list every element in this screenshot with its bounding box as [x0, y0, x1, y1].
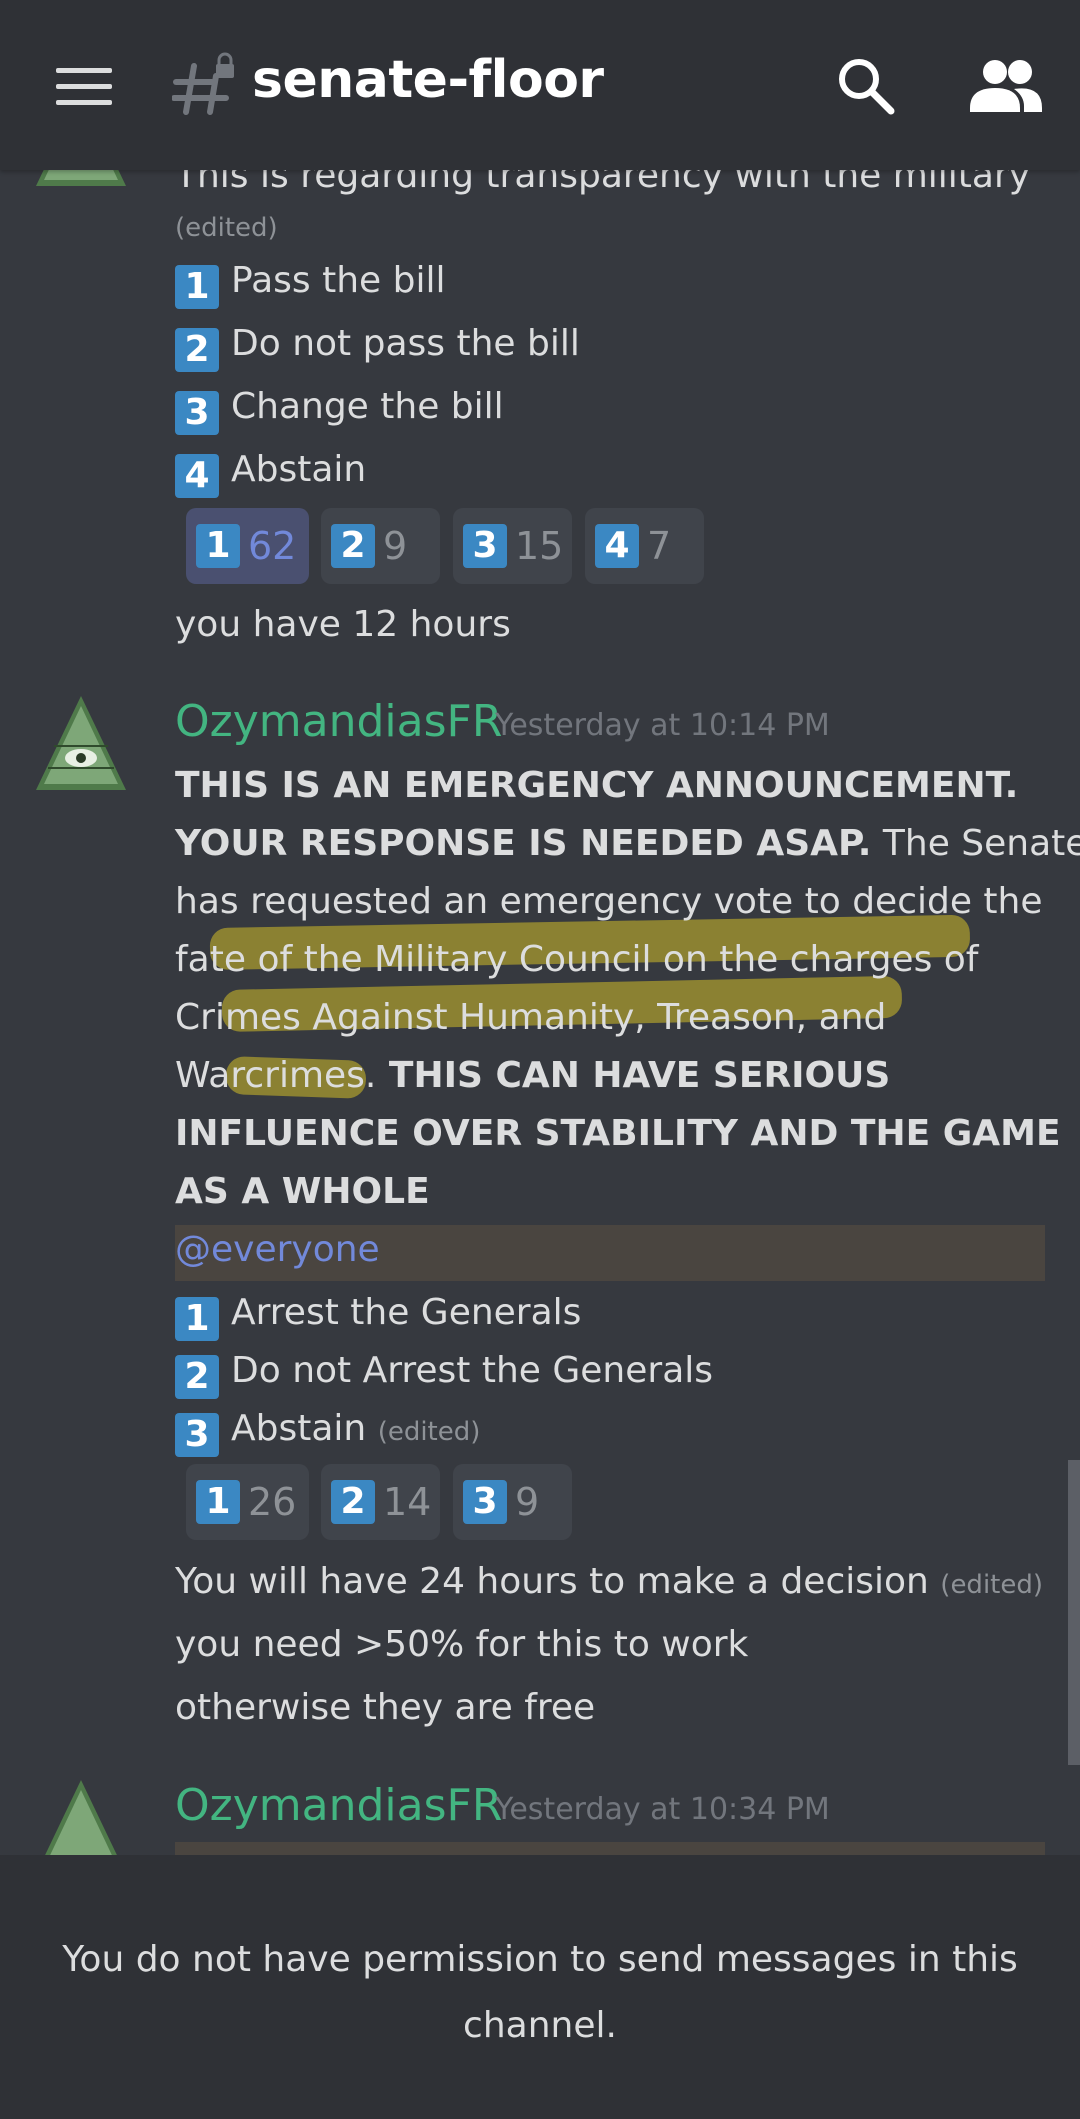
username[interactable]: OzymandiasFR [175, 696, 502, 747]
keycap-2-icon: 2 [331, 524, 375, 568]
permission-notice: You do not have permission to send messa… [62, 1939, 1018, 2046]
keycap-2-icon: 2 [175, 1355, 219, 1399]
message-text: you have 12 hours [175, 604, 511, 645]
poll-option: 3 Abstain (edited) [175, 1408, 480, 1457]
reaction-4[interactable]: 47 [585, 508, 704, 584]
reaction-2[interactable]: 2 14 [321, 1464, 440, 1540]
keycap-2-icon: 2 [175, 328, 219, 372]
reaction-3[interactable]: 3 15 [453, 508, 572, 584]
username[interactable]: OzymandiasFR [175, 1780, 502, 1831]
keycap-4-icon: 4 [175, 454, 219, 498]
message-text: THIS IS AN EMERGENCY ANNOUNCEMENT. [175, 765, 1019, 806]
message-text: INFLUENCE OVER STABILITY AND THE GAME [175, 1113, 1061, 1154]
edited-label: (edited) [175, 213, 278, 243]
channel-name: senate-floor [252, 50, 604, 110]
poll-option: 2 Do not Arrest the Generals [175, 1350, 713, 1399]
poll-option: 3 Change the bill [175, 386, 504, 435]
message-text: You will have 24 hours to make a decisio… [175, 1561, 1044, 1602]
everyone-mention[interactable]: @everyone [175, 1229, 380, 1270]
keycap-3-icon: 3 [463, 524, 507, 568]
avatar[interactable] [34, 696, 128, 792]
hamburger-icon[interactable] [56, 68, 112, 106]
composer-disabled-notice: You do not have permission to send messa… [0, 1855, 1080, 2119]
reaction-1[interactable]: 1 26 [186, 1464, 309, 1540]
poll-option: 4 Abstain [175, 449, 366, 498]
search-icon[interactable] [836, 56, 896, 116]
keycap-2-icon: 2 [331, 1480, 375, 1524]
edited-label: (edited) [940, 1570, 1044, 1600]
channel-header: senate-floor [0, 0, 1080, 170]
poll-option: 1 Arrest the Generals [175, 1292, 581, 1341]
message-text: Crimes Against Humanity, Treason, and [175, 997, 887, 1038]
keycap-1-icon: 1 [175, 265, 219, 309]
edited-label: (edited) [377, 1417, 481, 1447]
message-text: AS A WHOLE [175, 1171, 430, 1212]
keycap-3-icon: 3 [175, 391, 219, 435]
keycap-1-icon: 1 [175, 1297, 219, 1341]
message-feed[interactable]: This is regarding transparency with the … [0, 0, 1080, 1855]
keycap-3-icon: 3 [175, 1413, 219, 1457]
timestamp: Yesterday at 10:14 PM [495, 708, 830, 743]
locked-channel-hash-icon [172, 52, 234, 115]
message-text: Warcrimes. THIS CAN HAVE SERIOUS [175, 1055, 891, 1096]
keycap-4-icon: 4 [595, 524, 639, 568]
poll-option: 1 Pass the bill [175, 260, 446, 309]
scrollbar[interactable] [1068, 1460, 1080, 1765]
keycap-3-icon: 3 [463, 1480, 507, 1524]
message-text: YOUR RESPONSE IS NEEDED ASAP. The Senate [175, 823, 1080, 864]
message-text: has requested an emergency vote to decid… [175, 881, 1043, 922]
reaction-2[interactable]: 29 [321, 508, 440, 584]
mention-highlight [175, 1842, 1045, 1855]
message-text: fate of the Military Council on the char… [175, 939, 979, 980]
reaction-3[interactable]: 39 [453, 1464, 572, 1540]
reaction-1[interactable]: 1 62 [186, 508, 309, 584]
message-text: you need >50% for this to work [175, 1624, 749, 1665]
keycap-1-icon: 1 [196, 524, 240, 568]
members-icon[interactable] [970, 58, 1042, 114]
keycap-1-icon: 1 [196, 1480, 240, 1524]
timestamp: Yesterday at 10:34 PM [495, 1792, 830, 1827]
poll-option: 2 Do not pass the bill [175, 323, 580, 372]
message-text: otherwise they are free [175, 1687, 596, 1728]
avatar[interactable] [34, 1780, 128, 1855]
